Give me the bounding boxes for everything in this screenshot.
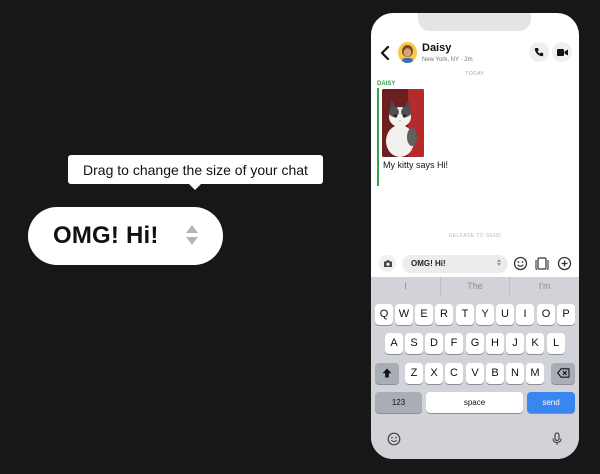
call-button[interactable]: [529, 42, 549, 62]
chat-size-preview-pill[interactable]: OMG! Hi!: [28, 207, 223, 265]
shift-icon: [382, 368, 392, 378]
suggestion-bar: I The I'm: [371, 277, 579, 296]
key-x[interactable]: X: [425, 363, 443, 384]
chat-header: Daisy New York, NY · 2m: [371, 41, 579, 67]
resize-handle-icon[interactable]: [186, 225, 198, 245]
preview-text: OMG! Hi!: [53, 222, 159, 249]
key-e[interactable]: E: [415, 304, 433, 325]
message-accent-bar: [377, 88, 379, 186]
microphone-icon[interactable]: [550, 432, 564, 446]
smiley-icon[interactable]: [513, 256, 528, 271]
space-key[interactable]: space: [426, 392, 523, 413]
plus-icon[interactable]: [557, 256, 572, 271]
cat-photo[interactable]: [382, 89, 424, 157]
key-l[interactable]: L: [547, 333, 565, 354]
send-key[interactable]: send: [527, 392, 575, 413]
key-t[interactable]: T: [456, 304, 474, 325]
key-n[interactable]: N: [506, 363, 524, 384]
key-v[interactable]: V: [466, 363, 484, 384]
key-q[interactable]: Q: [375, 304, 393, 325]
suggestion-item[interactable]: I: [371, 277, 441, 296]
backspace-icon: [556, 368, 570, 378]
key-u[interactable]: U: [496, 304, 514, 325]
video-call-button[interactable]: [552, 42, 572, 62]
date-separator: TODAY: [465, 71, 485, 77]
key-a[interactable]: A: [385, 333, 403, 354]
chat-input-value: OMG! Hi!: [411, 259, 446, 268]
resize-tooltip: Drag to change the size of your chat: [68, 155, 323, 190]
chat-input[interactable]: OMG! Hi!: [402, 255, 508, 273]
key-i[interactable]: I: [516, 304, 534, 325]
key-b[interactable]: B: [486, 363, 504, 384]
chat-input-row: OMG! Hi!: [371, 254, 579, 276]
key-c[interactable]: C: [445, 363, 463, 384]
cards-icon[interactable]: [535, 256, 550, 271]
contact-location: New York, NY · 2m: [422, 57, 473, 63]
shift-key[interactable]: [375, 363, 399, 384]
phone-frame: Daisy New York, NY · 2m TODAY DAISY My k…: [371, 13, 579, 459]
back-icon[interactable]: [380, 45, 390, 61]
phone-icon: [534, 48, 544, 57]
key-j[interactable]: J: [506, 333, 524, 354]
key-w[interactable]: W: [395, 304, 413, 325]
key-o[interactable]: O: [537, 304, 555, 325]
numbers-key[interactable]: 123: [375, 392, 422, 413]
key-s[interactable]: S: [405, 333, 423, 354]
key-y[interactable]: Y: [476, 304, 494, 325]
key-h[interactable]: H: [486, 333, 504, 354]
backspace-key[interactable]: [551, 363, 575, 384]
key-f[interactable]: F: [445, 333, 463, 354]
video-camera-icon: [556, 48, 568, 56]
suggestion-item[interactable]: The: [441, 277, 511, 296]
suggestion-item[interactable]: I'm: [510, 277, 579, 296]
key-r[interactable]: R: [435, 304, 453, 325]
input-resize-icon[interactable]: [497, 259, 501, 266]
key-m[interactable]: M: [526, 363, 544, 384]
key-z[interactable]: Z: [405, 363, 423, 384]
camera-icon: [383, 260, 392, 267]
release-to-send-hint: RELEASE TO SEND: [448, 233, 502, 239]
key-d[interactable]: D: [425, 333, 443, 354]
key-g[interactable]: G: [466, 333, 484, 354]
avatar[interactable]: [398, 42, 417, 63]
key-p[interactable]: P: [557, 304, 575, 325]
contact-name[interactable]: Daisy: [422, 42, 451, 54]
camera-button[interactable]: [379, 255, 396, 272]
sender-label: DAISY: [377, 81, 396, 87]
tooltip-text: Drag to change the size of your chat: [83, 161, 308, 178]
keyboard: I The I'm Q W E R T Y U I O P A S D F G …: [371, 277, 579, 459]
emoji-icon[interactable]: [387, 432, 401, 446]
phone-notch: [418, 13, 531, 31]
key-k[interactable]: K: [526, 333, 544, 354]
message-text: My kitty says Hi!: [383, 160, 449, 170]
